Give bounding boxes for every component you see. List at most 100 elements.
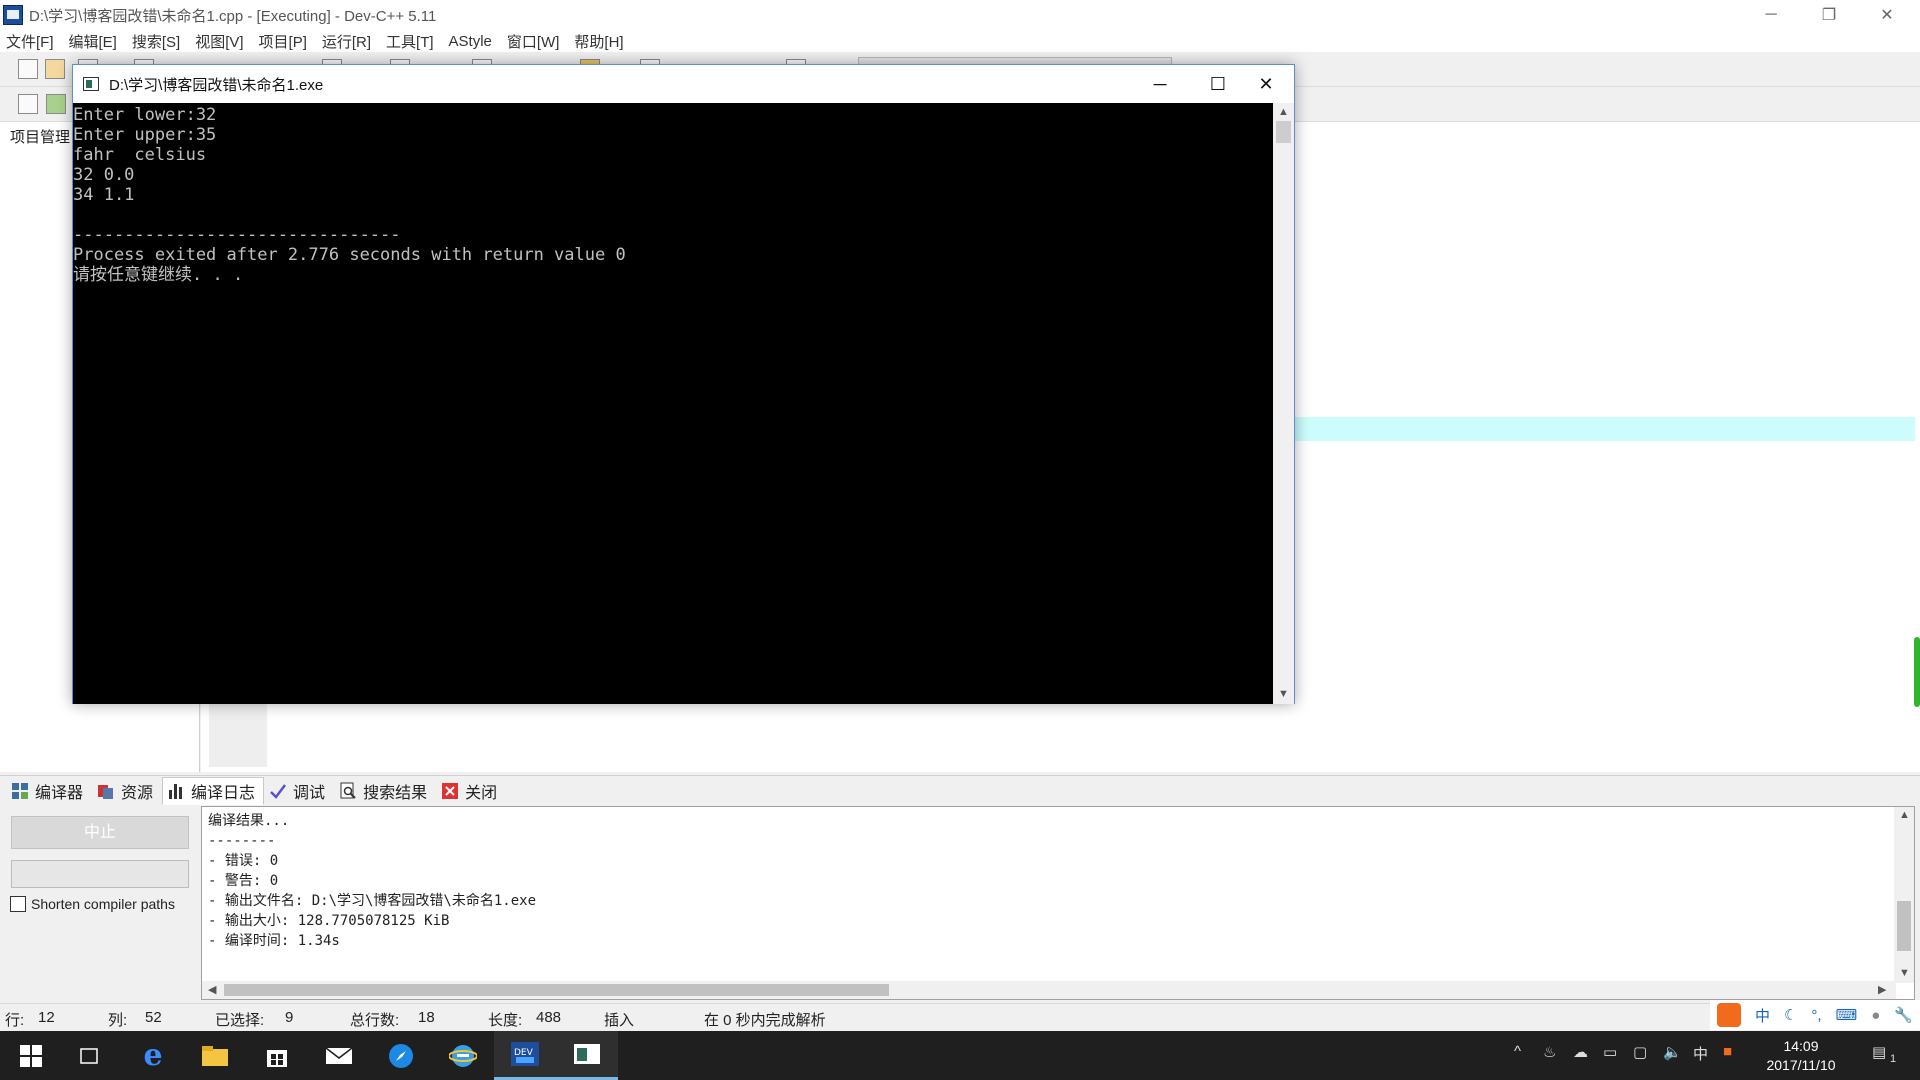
minimize-button[interactable]: ─ (1742, 0, 1800, 30)
check-icon (269, 782, 287, 800)
taskbar-ie[interactable] (432, 1031, 494, 1080)
console-close-button[interactable]: ✕ (1237, 65, 1295, 103)
project-add-icon[interactable] (46, 94, 66, 114)
taskbar-safari[interactable] (370, 1031, 432, 1080)
console-output-area[interactable]: Enter lower:32 Enter upper:35 fahr celsi… (73, 103, 1273, 704)
scroll-down-icon[interactable]: ▼ (1899, 967, 1910, 979)
ie-icon (449, 1044, 477, 1067)
console-app-icon (83, 77, 99, 91)
sogou-logo-icon[interactable] (1716, 1003, 1741, 1027)
open-file-icon[interactable] (45, 59, 65, 79)
status-len-label: 长度: (488, 1012, 523, 1029)
console-titlebar[interactable]: D:\学习\博客园改错\未命名1.exe ─ ☐ ✕ (73, 65, 1294, 103)
menu-file[interactable]: 文件[F] (6, 31, 54, 52)
clock-time: 14:09 (1783, 1038, 1819, 1054)
taskbar-file-explorer[interactable] (184, 1031, 246, 1080)
taskbar-edge[interactable]: e (122, 1031, 184, 1080)
task-view-icon (80, 1047, 98, 1064)
ime-lang-indicator[interactable]: 中 (1755, 1005, 1770, 1026)
clock[interactable]: 14:09 2017/11/10 (1746, 1037, 1856, 1075)
punctuation-icon[interactable]: °, (1811, 1007, 1821, 1024)
resources-icon (97, 782, 115, 800)
sogou-tray-icon[interactable]: ■ (1723, 1043, 1732, 1060)
compile-controls: 中止 Shorten compiler paths (0, 806, 200, 1002)
menu-tools[interactable]: 工具[T] (386, 31, 434, 52)
battery-icon[interactable]: ▢ (1633, 1043, 1647, 1061)
taskbar-devcpp[interactable]: DEV (494, 1031, 556, 1080)
compile-log[interactable]: 编译结果... -------- - 错误: 0 - 警告: 0 - 输出文件名… (201, 806, 1915, 1000)
menu-help[interactable]: 帮助[H] (574, 31, 623, 52)
windows-logo-icon (20, 1044, 42, 1067)
task-view-button[interactable] (58, 1031, 120, 1080)
shorten-paths-checkbox[interactable]: Shorten compiler paths (10, 896, 175, 912)
status-sel-label: 已选择: (215, 1012, 265, 1029)
log-vscroll-thumb[interactable] (1897, 901, 1911, 951)
store-icon (267, 1049, 287, 1067)
editor-scroll-marker (1914, 637, 1920, 707)
taskbar: e DEV ^ ♨ ☁ ▭ ▢ 🔈 中 ■ 14:09 2017/11/10 ▤… (0, 1031, 1920, 1080)
console-window[interactable]: D:\学习\博客园改错\未命名1.exe ─ ☐ ✕ Enter lower:3… (72, 64, 1295, 704)
menu-edit[interactable]: 编辑[E] (69, 31, 117, 52)
network-icon[interactable]: ▭ (1603, 1043, 1617, 1061)
mail-icon (325, 1046, 353, 1064)
compile-log-text: 编译结果... -------- - 错误: 0 - 警告: 0 - 输出文件名… (208, 813, 537, 949)
wrench-icon[interactable]: 🔧 (1894, 1006, 1913, 1024)
restore-button[interactable]: ❐ (1800, 0, 1858, 30)
tab-resources[interactable]: 资源 (92, 777, 162, 805)
menu-run[interactable]: 运行[R] (322, 31, 371, 52)
tray-expand-icon[interactable]: ^ (1514, 1043, 1521, 1060)
project-new-icon[interactable] (18, 94, 38, 114)
user-icon[interactable]: ● (1871, 1007, 1880, 1024)
console-output-text: Enter lower:32 Enter upper:35 fahr celsi… (73, 105, 626, 285)
tray-app-icon[interactable]: ♨ (1543, 1043, 1556, 1061)
taskbar-mail[interactable] (308, 1031, 370, 1080)
console-scroll-thumb[interactable] (1276, 121, 1291, 143)
tab-close[interactable]: 关闭 (436, 777, 506, 805)
close-button[interactable]: ✕ (1858, 0, 1916, 30)
start-button[interactable] (0, 1031, 62, 1080)
console-minimize-button[interactable]: ─ (1131, 65, 1189, 103)
folder-icon (202, 1045, 228, 1066)
log-vertical-scrollbar[interactable]: ▲ ▼ (1894, 807, 1914, 983)
tab-debug[interactable]: 调试 (264, 777, 334, 805)
console-scroll-down-icon[interactable]: ▼ (1278, 688, 1289, 700)
onedrive-icon[interactable]: ☁ (1573, 1043, 1588, 1061)
status-bar: 行: 12 列: 52 已选择: 9 总行数: 18 长度: 488 插入 在 … (0, 1003, 1920, 1031)
devcpp-app-icon (3, 5, 23, 25)
status-len-value: 488 (536, 1009, 562, 1026)
menu-project[interactable]: 项目[P] (259, 31, 307, 52)
abort-button[interactable]: 中止 (11, 816, 189, 849)
log-hscroll-thumb[interactable] (224, 984, 889, 996)
tray-lang-indicator[interactable]: 中 (1693, 1043, 1708, 1064)
scroll-up-icon[interactable]: ▲ (1899, 809, 1910, 821)
status-sel-value: 9 (285, 1009, 294, 1026)
compass-icon (389, 1043, 413, 1068)
menu-bar: 文件[F] 编辑[E] 搜索[S] 视图[V] 项目[P] 运行[R] 工具[T… (0, 30, 1920, 52)
status-line-label: 行: (5, 1012, 25, 1029)
console-scroll-up-icon[interactable]: ▲ (1278, 106, 1289, 118)
window-title: D:\学习\博客园改错\未命名1.cpp - [Executing] - Dev… (29, 7, 437, 25)
scroll-right-icon[interactable]: ▶ (1878, 983, 1886, 996)
taskbar-console[interactable] (556, 1031, 618, 1080)
status-col-label: 列: (108, 1012, 128, 1029)
menu-astyle[interactable]: AStyle (449, 33, 492, 50)
tab-project-manager[interactable]: 项目管理 (10, 126, 70, 147)
menu-search[interactable]: 搜索[S] (132, 31, 180, 52)
checkbox-box[interactable] (10, 896, 26, 912)
scroll-left-icon[interactable]: ◀ (208, 983, 216, 996)
taskbar-store[interactable] (246, 1031, 308, 1080)
new-file-icon[interactable] (18, 59, 38, 79)
notification-center-icon[interactable]: ▤ (1872, 1043, 1886, 1061)
console-title: D:\学习\博客园改错\未命名1.exe (109, 76, 324, 94)
menu-window[interactable]: 窗口[W] (507, 31, 560, 52)
console-scrollbar[interactable]: ▲ ▼ (1273, 103, 1294, 704)
compile-progress-bar (11, 860, 189, 888)
moon-icon[interactable]: ☾ (1784, 1006, 1797, 1024)
tab-compiler[interactable]: 编译器 (6, 777, 92, 805)
menu-view[interactable]: 视图[V] (195, 31, 243, 52)
keyboard-icon[interactable]: ⌨ (1836, 1006, 1858, 1024)
volume-icon[interactable]: 🔈 (1663, 1043, 1682, 1061)
tab-search-results[interactable]: 搜索结果 (334, 777, 436, 805)
tab-compile-log[interactable]: 编译日志 (162, 776, 265, 805)
log-horizontal-scrollbar[interactable]: ◀ ▶ (202, 981, 1896, 999)
